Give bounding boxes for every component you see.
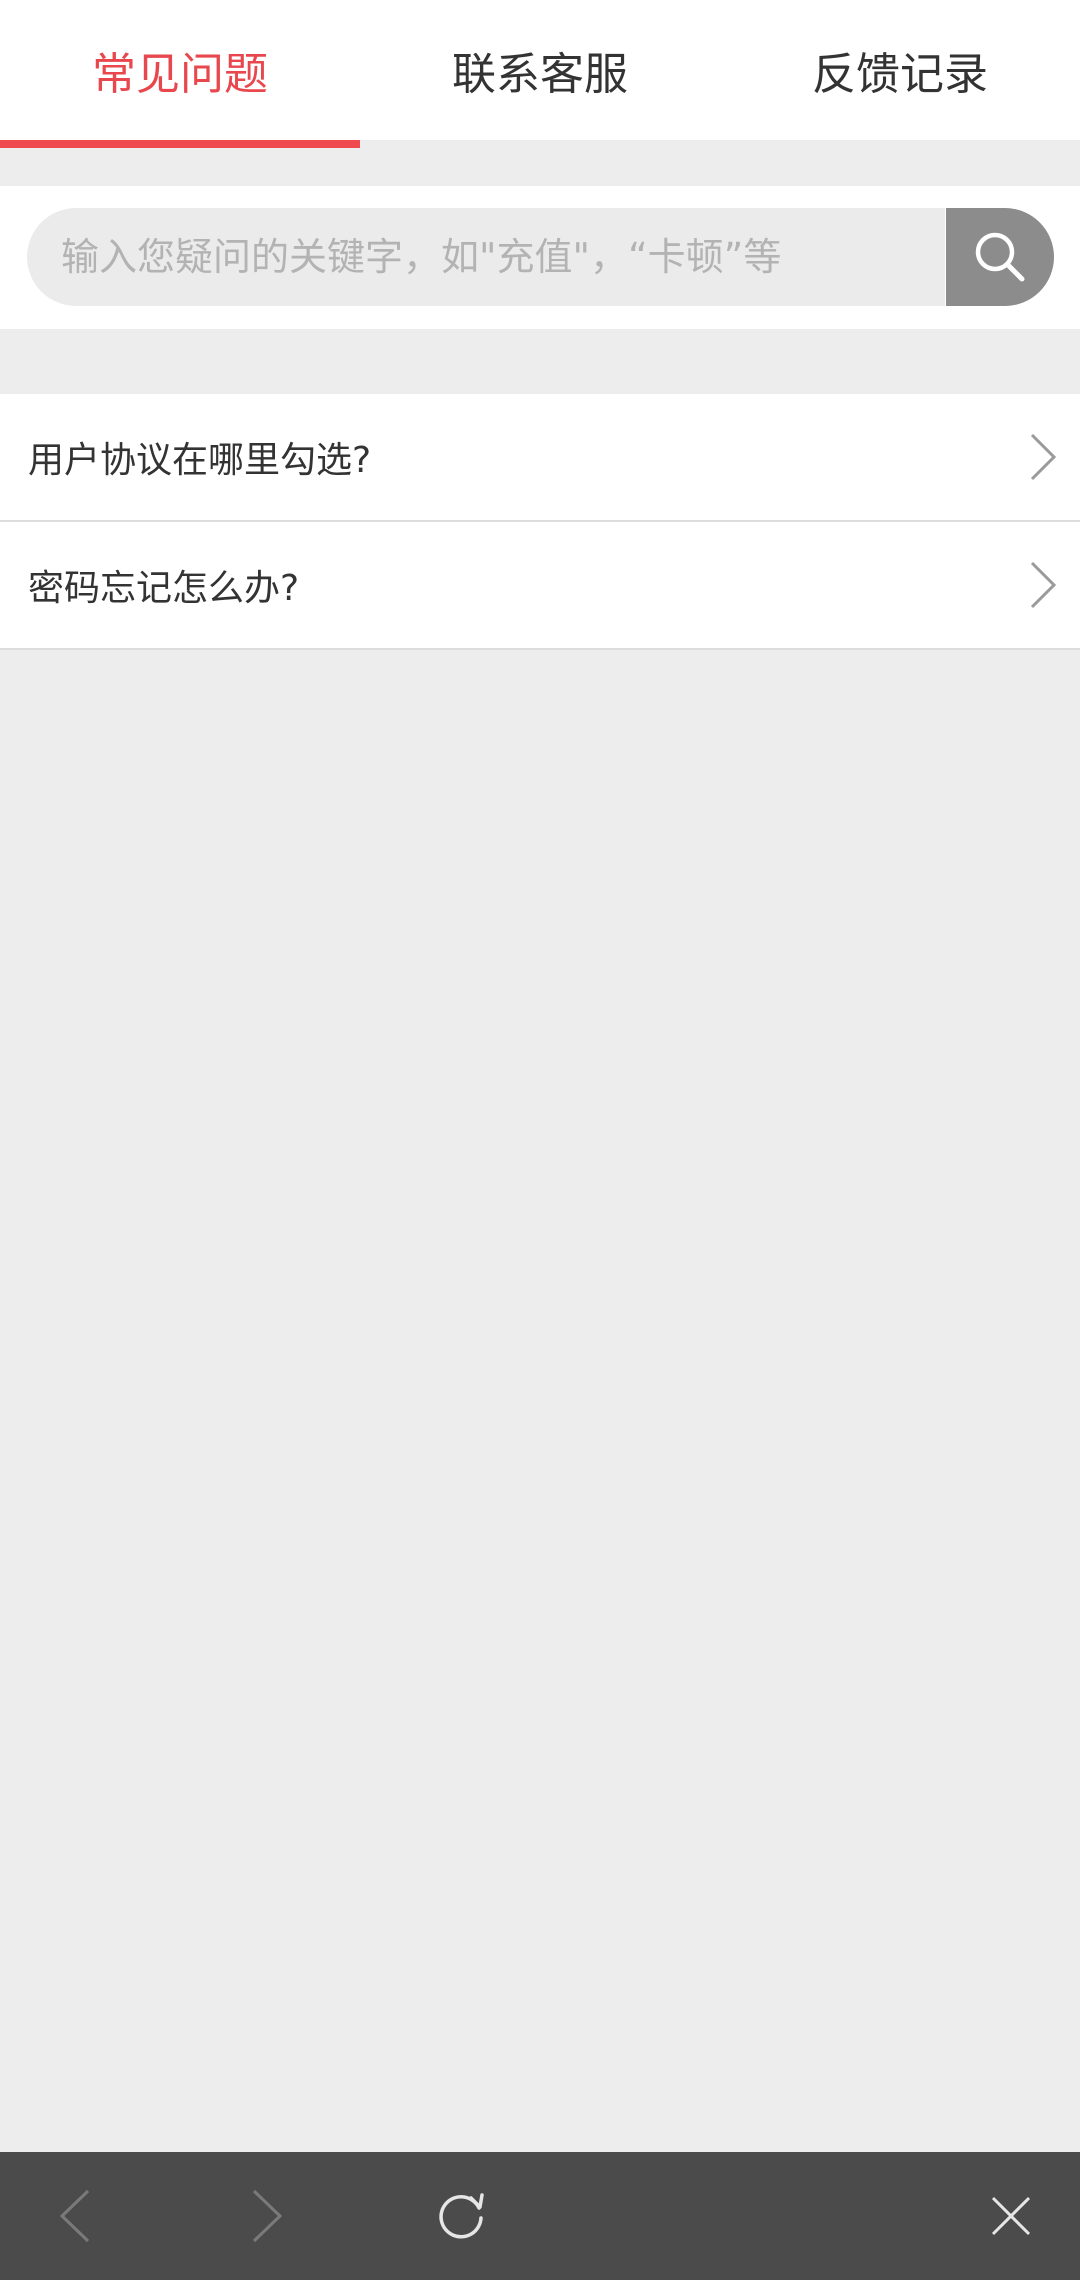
search-button[interactable] bbox=[946, 208, 1054, 306]
faq-item-forgot-password[interactable]: 密码忘记怎么办? bbox=[0, 522, 1080, 650]
forward-arrow-icon bbox=[252, 2189, 283, 2243]
search-icon bbox=[975, 232, 1025, 282]
refresh-icon bbox=[439, 2193, 484, 2239]
chevron-right-icon bbox=[1030, 433, 1057, 481]
faq-item-label: 密码忘记怎么办? bbox=[28, 568, 300, 609]
tab-contact-support[interactable]: 联系客服 bbox=[360, 0, 720, 140]
search-input[interactable] bbox=[59, 234, 945, 280]
faq-list: 用户协议在哪里勾选? 密码忘记怎么办? bbox=[0, 394, 1080, 650]
close-icon bbox=[991, 2196, 1031, 2236]
faq-item-label: 用户协议在哪里勾选? bbox=[28, 440, 372, 481]
faq-item-user-agreement[interactable]: 用户协议在哪里勾选? bbox=[0, 394, 1080, 522]
back-button[interactable] bbox=[30, 2152, 120, 2280]
search-bar bbox=[0, 186, 1080, 329]
refresh-button[interactable] bbox=[416, 2152, 506, 2280]
browser-bottom-bar bbox=[0, 2152, 1080, 2280]
forward-button[interactable] bbox=[222, 2152, 312, 2280]
tab-faq[interactable]: 常见问题 bbox=[0, 0, 360, 140]
tab-feedback-history[interactable]: 反馈记录 bbox=[720, 0, 1080, 140]
active-tab-indicator bbox=[0, 140, 360, 148]
back-arrow-icon bbox=[59, 2189, 90, 2243]
search-box bbox=[27, 208, 945, 306]
close-button[interactable] bbox=[966, 2152, 1056, 2280]
chevron-right-icon bbox=[1030, 561, 1057, 609]
tab-bar: 常见问题 联系客服 反馈记录 bbox=[0, 0, 1080, 140]
